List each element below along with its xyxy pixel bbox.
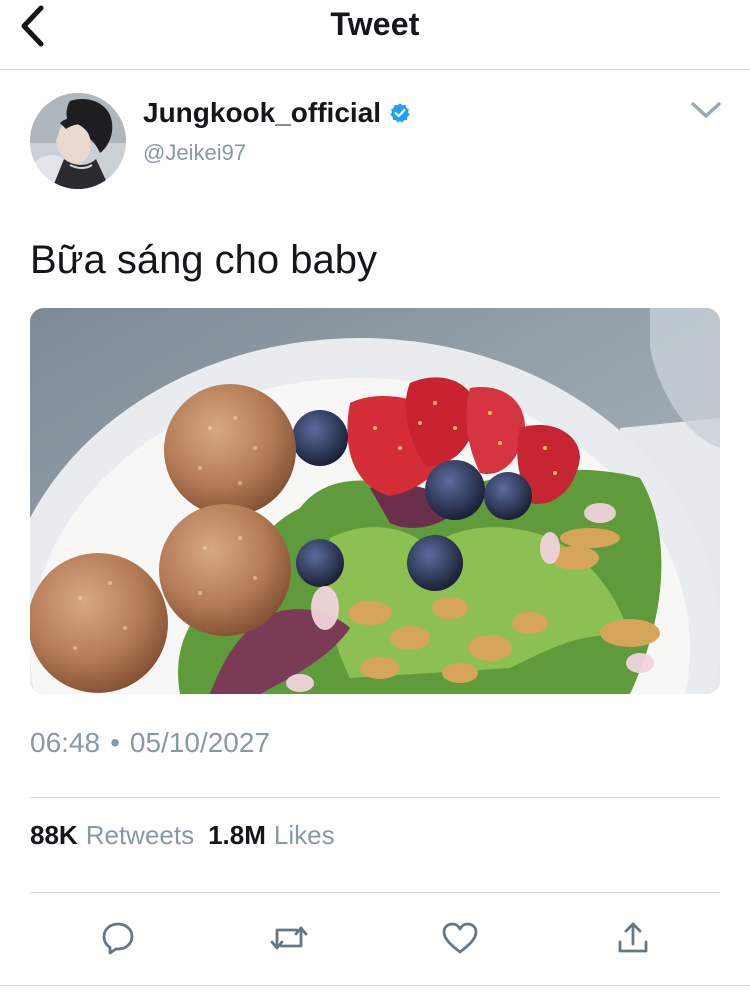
- divider: [30, 797, 720, 798]
- share-icon: [618, 922, 648, 953]
- divider: [30, 892, 720, 893]
- tweet-stats: 88K Retweets 1.8M Likes: [30, 820, 335, 851]
- tweet-timestamp: 06:48 • 05/10/2027: [30, 727, 270, 759]
- tweet-action-bar: [30, 910, 720, 966]
- author-handle[interactable]: @Jeikei97: [143, 140, 246, 166]
- retweets-label[interactable]: Retweets: [86, 820, 194, 851]
- page-title: Tweet: [330, 6, 420, 42]
- likes-count[interactable]: 1.8M: [208, 820, 266, 851]
- likes-label[interactable]: Likes: [274, 820, 335, 851]
- retweets-count[interactable]: 88K: [30, 820, 78, 851]
- share-button[interactable]: [605, 910, 661, 966]
- timestamp-separator: •: [110, 727, 120, 758]
- more-options-button[interactable]: [686, 96, 726, 124]
- verified-badge-icon: [390, 103, 410, 123]
- reply-icon: [102, 922, 134, 955]
- avatar[interactable]: [30, 93, 126, 189]
- reply-button[interactable]: [90, 910, 146, 966]
- heart-icon: [442, 922, 478, 954]
- tweet-photo[interactable]: [30, 308, 720, 694]
- author-name-row[interactable]: Jungkook_official: [143, 97, 411, 129]
- retweet-icon: [270, 926, 308, 950]
- chevron-down-icon: [691, 102, 721, 118]
- tweet-time: 06:48: [30, 727, 101, 758]
- tweet-detail-screen: Tweet Jungkook_official @Jeikei97 Bữa sá…: [0, 0, 750, 999]
- tweet-date: 05/10/2027: [129, 727, 271, 758]
- divider: [0, 985, 750, 986]
- top-navigation-bar: Tweet: [0, 0, 750, 70]
- like-button[interactable]: [432, 910, 488, 966]
- author-display-name[interactable]: Jungkook_official: [143, 97, 381, 129]
- retweet-button[interactable]: [261, 910, 317, 966]
- tweet-text: Bữa sáng cho baby: [30, 238, 378, 282]
